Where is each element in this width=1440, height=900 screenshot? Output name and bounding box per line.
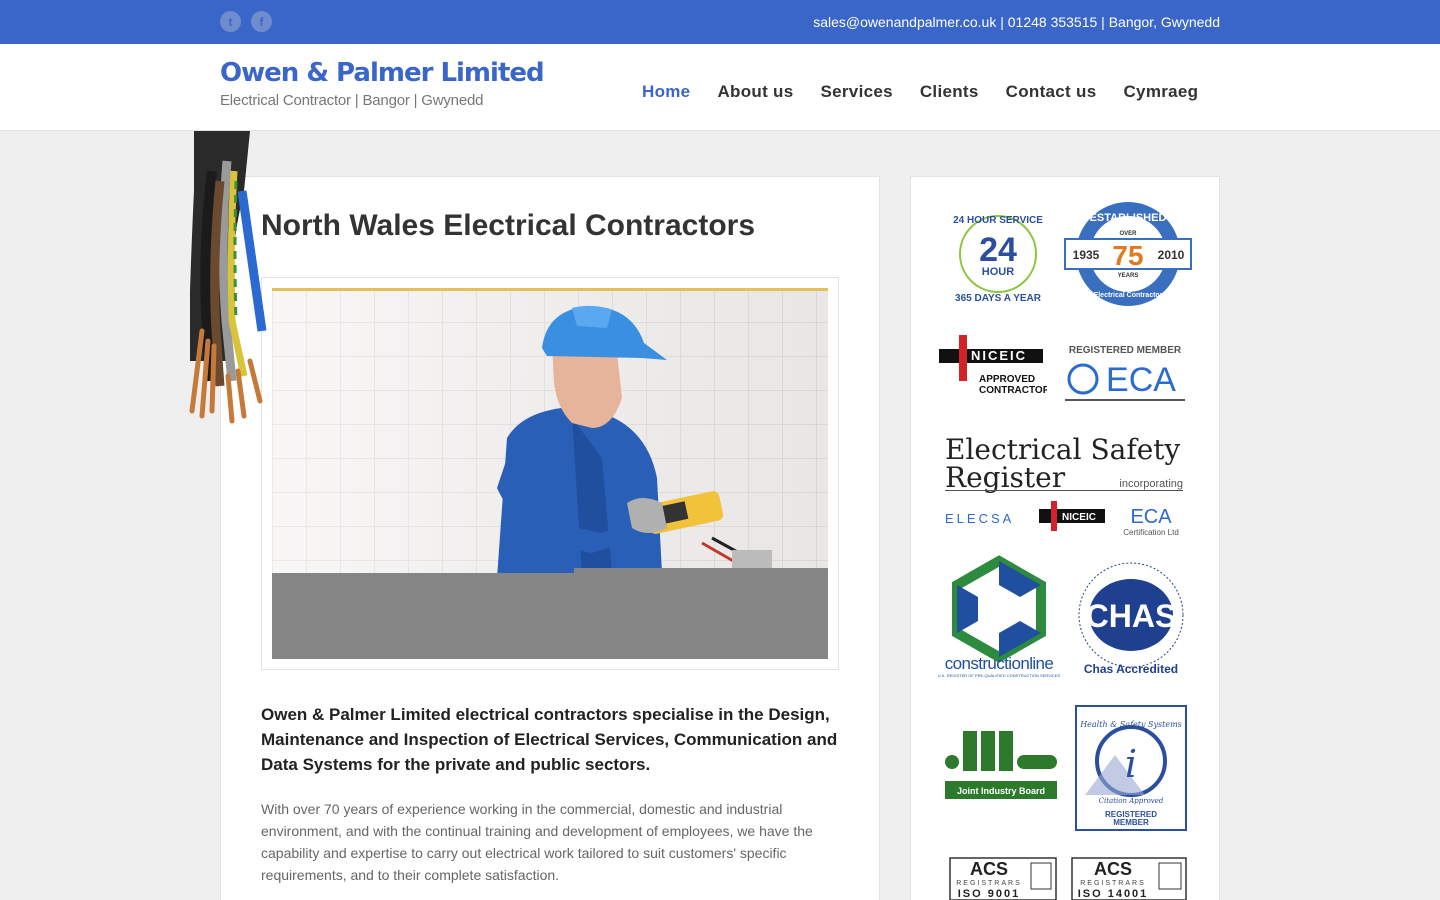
jib-label: Joint Industry Board bbox=[957, 786, 1045, 796]
citation-ring: Health & Safety Systems bbox=[1079, 720, 1182, 729]
intro-body: With over 70 years of experience working… bbox=[261, 801, 813, 883]
nav-services[interactable]: Services bbox=[821, 82, 893, 102]
accreditations-sidebar: 24 HOUR SERVICE 24 HOUR 365 DAYS A YEAR … bbox=[910, 176, 1220, 900]
acs1-logo: ACS bbox=[970, 859, 1008, 879]
page-title: North Wales Electrical Contractors bbox=[261, 209, 756, 242]
niceic-logo: NICEIC bbox=[971, 348, 1027, 363]
hero-image-frame bbox=[261, 277, 839, 670]
nav-clients[interactable]: Clients bbox=[920, 82, 979, 102]
established-number: 75 bbox=[1112, 240, 1143, 271]
social-links: t f bbox=[220, 11, 272, 32]
nav-cymraeg[interactable]: Cymraeg bbox=[1123, 82, 1198, 102]
citation-member: MEMBER bbox=[1113, 818, 1149, 827]
electrical-safety-register-badge: Electrical Safety Register incorporating… bbox=[945, 433, 1183, 537]
logo-subtitle: Electrical Contractor | Bangor | Gwynedd bbox=[220, 92, 484, 109]
site-logo[interactable]: Owen & Palmer Limited Electrical Contrac… bbox=[220, 58, 545, 109]
esr-title-line2: Register bbox=[945, 461, 1066, 494]
acs2-standard: ISO 14001 bbox=[1078, 888, 1149, 900]
niceic-contractor: CONTRACTOR bbox=[979, 385, 1047, 396]
acs1-standard: ISO 9001 bbox=[958, 888, 1020, 900]
top-bar: t f sales@owenandpalmer.co.uk | 01248 35… bbox=[0, 0, 1440, 44]
esr-niceic: NICEIC bbox=[1062, 512, 1096, 523]
acs1-registrars: REGISTRARS bbox=[956, 880, 1022, 887]
svg-text:i: i bbox=[1125, 742, 1137, 786]
chas-accredited: Chas Accredited bbox=[1084, 662, 1178, 676]
main-nav: Home About us Services Clients Contact u… bbox=[642, 82, 1198, 102]
niceic-approved: APPROVED bbox=[979, 374, 1035, 385]
chas-badge: CHAS Chas Accredited bbox=[1078, 562, 1184, 676]
established-year-from: 1935 bbox=[1073, 248, 1100, 262]
facebook-icon[interactable]: f bbox=[251, 11, 272, 32]
twitter-icon[interactable]: t bbox=[220, 11, 241, 32]
acs-iso14001-badge: ACS REGISTRARS ISO 14001 bbox=[1071, 857, 1187, 900]
chas-logo: CHAS bbox=[1086, 598, 1177, 634]
site-header: Owen & Palmer Limited Electrical Contrac… bbox=[0, 44, 1440, 131]
nav-contact-us[interactable]: Contact us bbox=[1006, 82, 1097, 102]
esr-elecsa: ELECSA bbox=[945, 511, 1014, 526]
esr-incorporating: incorporating bbox=[1119, 478, 1183, 490]
eca-registered-member: REGISTERED MEMBER bbox=[1069, 345, 1182, 356]
constructionline-sub: U.K. REGISTER OF PRE-QUALIFIED CONSTRUCT… bbox=[938, 673, 1061, 678]
service-24-number: 24 bbox=[979, 231, 1017, 269]
established-ring-top: ESTABLISHED bbox=[1090, 212, 1167, 224]
established-year-to: 2010 bbox=[1158, 248, 1185, 262]
constructionline-badge: constructionline U.K. REGISTER OF PRE-QU… bbox=[938, 555, 1061, 678]
service-24-ring-top: 24 HOUR SERVICE bbox=[953, 215, 1043, 226]
nav-home[interactable]: Home bbox=[642, 82, 690, 102]
acs2-logo: ACS bbox=[1094, 859, 1132, 879]
acs-iso9001-badge: ACS REGISTRARS ISO 9001 bbox=[949, 857, 1057, 900]
citation-badge: i Health & Safety Systems Citation Appro… bbox=[1075, 705, 1187, 831]
esr-eca-sub: Certification Ltd bbox=[1123, 528, 1179, 537]
intro-lead: Owen & Palmer Limited electrical contrac… bbox=[261, 705, 838, 774]
eca-logo: ECA bbox=[1106, 361, 1176, 399]
citation-approved: Citation Approved bbox=[1099, 797, 1164, 805]
established-badge: ESTABLISHED OVER 1935 75 2010 YEARS Elec… bbox=[1064, 202, 1192, 306]
acs2-registrars: REGISTRARS bbox=[1080, 880, 1146, 887]
service-24-hour: HOUR bbox=[982, 266, 1014, 278]
service-24-hour-badge: 24 HOUR SERVICE 24 HOUR 365 DAYS A YEAR bbox=[953, 215, 1043, 304]
established-over: OVER bbox=[1119, 231, 1137, 237]
main-content: North Wales Electrical Contractors Owen … bbox=[220, 176, 880, 900]
eca-badge: REGISTERED MEMBER ECA bbox=[1065, 345, 1185, 401]
cable-illustration bbox=[189, 131, 267, 424]
jib-badge: Joint Industry Board bbox=[945, 731, 1057, 799]
constructionline-name: constructionline bbox=[945, 654, 1054, 673]
service-24-ring-bottom: 365 DAYS A YEAR bbox=[955, 293, 1042, 304]
niceic-badge: NICEIC APPROVED CONTRACTOR bbox=[939, 335, 1047, 396]
established-years: YEARS bbox=[1118, 273, 1139, 279]
nav-about-us[interactable]: About us bbox=[717, 82, 793, 102]
contact-info[interactable]: sales@owenandpalmer.co.uk | 01248 353515… bbox=[813, 14, 1220, 30]
logo-title: Owen & Palmer Limited bbox=[220, 58, 545, 88]
electrician-photo bbox=[272, 288, 828, 659]
established-ring-bottom: Electrical Contractor bbox=[1094, 292, 1163, 299]
esr-eca: ECA bbox=[1130, 506, 1172, 528]
